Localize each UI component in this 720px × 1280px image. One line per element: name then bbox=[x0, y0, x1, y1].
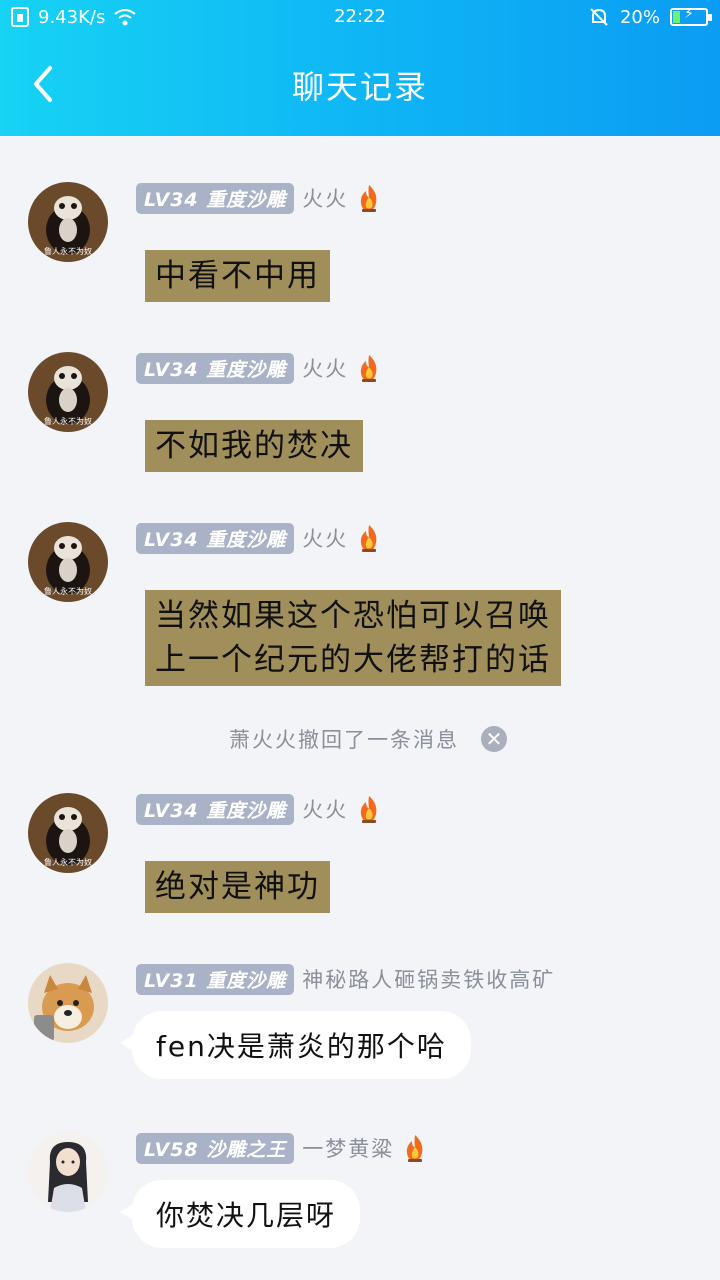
avatar-caption: 鲁人永不为奴 bbox=[44, 246, 92, 256]
image-message[interactable]: 不如我的焚决 bbox=[145, 420, 363, 472]
status-bar: 9.43K/s 22:22 20% ⚡ bbox=[0, 0, 720, 36]
avatar[interactable]: 鲁人永不为奴 bbox=[28, 182, 108, 262]
app-header: 9.43K/s 22:22 20% ⚡ 聊天记录 bbox=[0, 0, 720, 136]
avatar-caption: 鲁人永不为奴 bbox=[44, 586, 92, 596]
avatar[interactable] bbox=[28, 963, 108, 1043]
image-message[interactable]: 绝对是神功 bbox=[145, 861, 330, 913]
sender-name[interactable]: 火火 bbox=[302, 523, 348, 553]
level-badge: LV34 重度沙雕 bbox=[136, 182, 295, 214]
avatar-caption: 鲁人永不为奴 bbox=[44, 416, 92, 426]
battery-percent: 20% bbox=[619, 6, 660, 28]
close-icon[interactable]: ✕ bbox=[481, 726, 507, 752]
avatar[interactable]: 鲁人永不为奴 bbox=[28, 793, 108, 873]
fire-icon bbox=[361, 355, 377, 382]
image-message[interactable]: 中看不中用 bbox=[145, 250, 330, 302]
level-badge: LV31 重度沙雕 bbox=[136, 963, 295, 995]
fire-icon bbox=[361, 185, 377, 212]
sender-name[interactable]: 火火 bbox=[302, 183, 348, 213]
image-message-line: 上一个纪元的大佬帮打的话 bbox=[155, 642, 551, 678]
level-badge: LV34 重度沙雕 bbox=[136, 352, 295, 384]
mute-bell-icon bbox=[590, 8, 608, 26]
level-badge: LV34 重度沙雕 bbox=[136, 793, 295, 825]
level-badge: LV34 重度沙雕 bbox=[136, 522, 295, 554]
fire-icon bbox=[361, 796, 377, 823]
battery-icon: ⚡ bbox=[670, 6, 712, 26]
avatar[interactable]: 鲁人永不为奴 bbox=[28, 352, 108, 432]
image-message[interactable]: 当然如果这个恐怕可以召唤 上一个纪元的大佬帮打的话 bbox=[145, 590, 561, 686]
fire-icon bbox=[407, 1135, 423, 1162]
avatar[interactable] bbox=[28, 1132, 108, 1212]
page-title: 聊天记录 bbox=[291, 68, 428, 106]
image-message-line: 当然如果这个恐怕可以召唤 bbox=[155, 598, 551, 634]
recall-notice: 萧火火撤回了一条消息 ✕ bbox=[0, 724, 720, 754]
sender-name[interactable]: 火火 bbox=[302, 353, 348, 383]
avatar[interactable]: 鲁人永不为奴 bbox=[28, 522, 108, 602]
sender-name[interactable]: 一梦黄粱 bbox=[302, 1133, 394, 1163]
message-bubble[interactable]: fen决是萧炎的那个哈 bbox=[120, 1011, 471, 1079]
level-badge: LV58 沙雕之王 bbox=[136, 1132, 295, 1164]
sender-name[interactable]: 神秘路人砸锅卖铁收高矿 bbox=[302, 964, 555, 994]
message-bubble[interactable]: 你焚决几层呀 bbox=[119, 1180, 361, 1248]
avatar-caption: 鲁人永不为奴 bbox=[44, 857, 92, 867]
recall-text: 萧火火撤回了一条消息 bbox=[229, 728, 459, 752]
fire-icon bbox=[361, 525, 377, 552]
sender-name[interactable]: 火火 bbox=[302, 794, 348, 824]
